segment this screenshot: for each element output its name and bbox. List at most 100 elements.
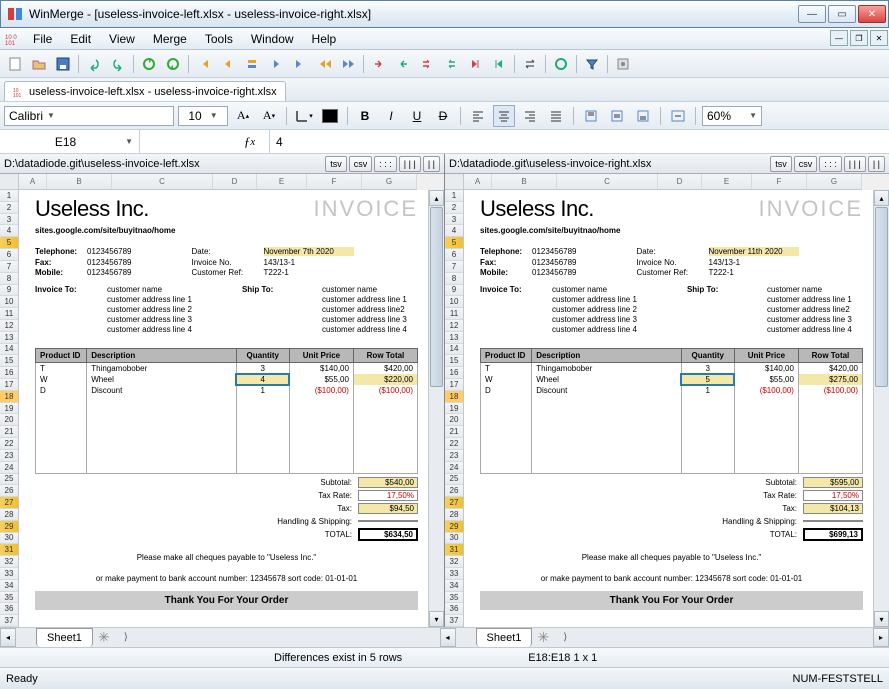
row-header[interactable]: 32 bbox=[0, 556, 18, 568]
formula-input[interactable]: 4 bbox=[270, 135, 889, 149]
undo-icon[interactable] bbox=[83, 53, 105, 75]
row-header[interactable]: 29 bbox=[445, 521, 463, 533]
col-header[interactable]: E bbox=[257, 174, 307, 190]
sheet-menu-button-r[interactable]: ⟩ bbox=[554, 628, 576, 647]
all-right-icon[interactable] bbox=[464, 53, 486, 75]
hscroll-first-button[interactable]: ◂ bbox=[0, 628, 16, 647]
table-row[interactable]: WWheel 4 $55,00 $220,00 bbox=[36, 374, 418, 385]
row-header[interactable]: 20 bbox=[445, 414, 463, 426]
align-center-button[interactable] bbox=[493, 105, 515, 127]
row-header[interactable]: 24 bbox=[445, 462, 463, 474]
all-left-icon[interactable] bbox=[488, 53, 510, 75]
row-header[interactable]: 1 bbox=[445, 190, 463, 202]
col-header[interactable]: C bbox=[557, 174, 658, 190]
col-header[interactable]: C bbox=[112, 174, 213, 190]
row-header[interactable]: 27 bbox=[445, 497, 463, 509]
document-tab[interactable]: 10101 useless-invoice-left.xlsx - useles… bbox=[4, 81, 286, 101]
row-header[interactable]: 14 bbox=[0, 344, 18, 356]
view-mode-1[interactable]: csv bbox=[349, 156, 373, 172]
valign-middle-button[interactable] bbox=[606, 105, 628, 127]
col-header[interactable]: G bbox=[362, 174, 417, 190]
copy-right-icon[interactable] bbox=[368, 53, 390, 75]
col-header[interactable]: F bbox=[752, 174, 807, 190]
new-sheet-button-r[interactable]: ✳ bbox=[532, 628, 554, 647]
row-header[interactable]: 16 bbox=[445, 367, 463, 379]
vertical-scrollbar[interactable]: ▴▾ bbox=[873, 190, 889, 627]
row-header[interactable]: 5 bbox=[445, 237, 463, 249]
row-header[interactable]: 35 bbox=[445, 592, 463, 604]
menu-window[interactable]: Window bbox=[242, 28, 303, 49]
merge-cells-button[interactable] bbox=[667, 105, 689, 127]
diff-stack-icon[interactable] bbox=[241, 53, 263, 75]
valign-top-button[interactable] bbox=[580, 105, 602, 127]
row-header[interactable]: 37 bbox=[445, 615, 463, 627]
row-header[interactable]: 33 bbox=[0, 568, 18, 580]
row-header[interactable]: 15 bbox=[0, 355, 18, 367]
table-row[interactable]: DDiscount 1 ($100,00) ($100,00) bbox=[36, 385, 418, 396]
sheet-tab-right[interactable]: Sheet1 bbox=[476, 628, 533, 647]
view-mode-0[interactable]: tsv bbox=[325, 156, 347, 172]
col-header[interactable]: D bbox=[658, 174, 702, 190]
minimize-button[interactable]: — bbox=[798, 5, 826, 23]
row-header[interactable]: 26 bbox=[0, 485, 18, 497]
font-color-icon[interactable] bbox=[319, 105, 341, 127]
mdi-minimize-button[interactable]: — bbox=[830, 30, 848, 46]
row-header[interactable]: 10 bbox=[445, 296, 463, 308]
row-header[interactable]: 37 bbox=[0, 615, 18, 627]
underline-button[interactable]: U bbox=[406, 105, 428, 127]
row-header[interactable]: 19 bbox=[0, 403, 18, 415]
row-header[interactable]: 25 bbox=[445, 474, 463, 486]
row-header[interactable]: 3 bbox=[0, 214, 18, 226]
row-header[interactable]: 1 bbox=[0, 190, 18, 202]
save-icon[interactable] bbox=[52, 53, 74, 75]
row-header[interactable]: 8 bbox=[445, 273, 463, 285]
settings-icon[interactable] bbox=[612, 53, 634, 75]
row-header[interactable]: 13 bbox=[445, 332, 463, 344]
view-mode-2[interactable]: : : : bbox=[374, 156, 397, 172]
increase-font-icon[interactable]: A▴ bbox=[232, 105, 254, 127]
row-header[interactable]: 9 bbox=[445, 285, 463, 297]
italic-button[interactable]: I bbox=[380, 105, 402, 127]
row-header[interactable]: 7 bbox=[0, 261, 18, 273]
row-header[interactable]: 2 bbox=[0, 202, 18, 214]
copy-left-next-icon[interactable] bbox=[440, 53, 462, 75]
align-left-button[interactable] bbox=[467, 105, 489, 127]
row-header[interactable]: 29 bbox=[0, 521, 18, 533]
last-diff-icon[interactable] bbox=[289, 53, 311, 75]
view-mode-4[interactable]: | | bbox=[868, 156, 885, 172]
row-header[interactable]: 35 bbox=[0, 592, 18, 604]
col-header[interactable]: D bbox=[213, 174, 257, 190]
row-header[interactable]: 28 bbox=[445, 509, 463, 521]
mdi-close-button[interactable]: ✕ bbox=[870, 30, 888, 46]
col-header[interactable]: B bbox=[47, 174, 112, 190]
refresh-icon[interactable] bbox=[550, 53, 572, 75]
maximize-button[interactable]: ▭ bbox=[828, 5, 856, 23]
prev-diff-icon[interactable] bbox=[217, 53, 239, 75]
table-row[interactable]: TThingamobober 3 $140,00 $420,00 bbox=[36, 363, 418, 375]
row-header[interactable]: 22 bbox=[0, 438, 18, 450]
row-header[interactable]: 20 bbox=[0, 414, 18, 426]
row-header[interactable]: 3 bbox=[445, 214, 463, 226]
filter-icon[interactable] bbox=[581, 53, 603, 75]
font-family-combo[interactable]: Calibri▼ bbox=[4, 106, 174, 126]
bold-button[interactable]: B bbox=[354, 105, 376, 127]
row-header[interactable]: 6 bbox=[445, 249, 463, 261]
redo-icon[interactable] bbox=[107, 53, 129, 75]
row-header[interactable]: 7 bbox=[445, 261, 463, 273]
row-header[interactable]: 30 bbox=[445, 533, 463, 545]
row-header[interactable]: 25 bbox=[0, 474, 18, 486]
row-header[interactable]: 21 bbox=[0, 426, 18, 438]
row-header[interactable]: 19 bbox=[445, 403, 463, 415]
name-box[interactable]: E18 ▼ bbox=[0, 130, 140, 153]
row-header[interactable]: 23 bbox=[0, 450, 18, 462]
open-icon[interactable] bbox=[28, 53, 50, 75]
col-header[interactable]: E bbox=[702, 174, 752, 190]
row-header[interactable]: 26 bbox=[445, 485, 463, 497]
row-header[interactable]: 4 bbox=[445, 225, 463, 237]
row-header[interactable]: 5 bbox=[0, 237, 18, 249]
row-header[interactable]: 33 bbox=[445, 568, 463, 580]
row-header[interactable]: 16 bbox=[0, 367, 18, 379]
row-header[interactable]: 31 bbox=[445, 544, 463, 556]
valign-bottom-button[interactable] bbox=[632, 105, 654, 127]
vertical-scrollbar[interactable]: ▴▾ bbox=[428, 190, 444, 627]
